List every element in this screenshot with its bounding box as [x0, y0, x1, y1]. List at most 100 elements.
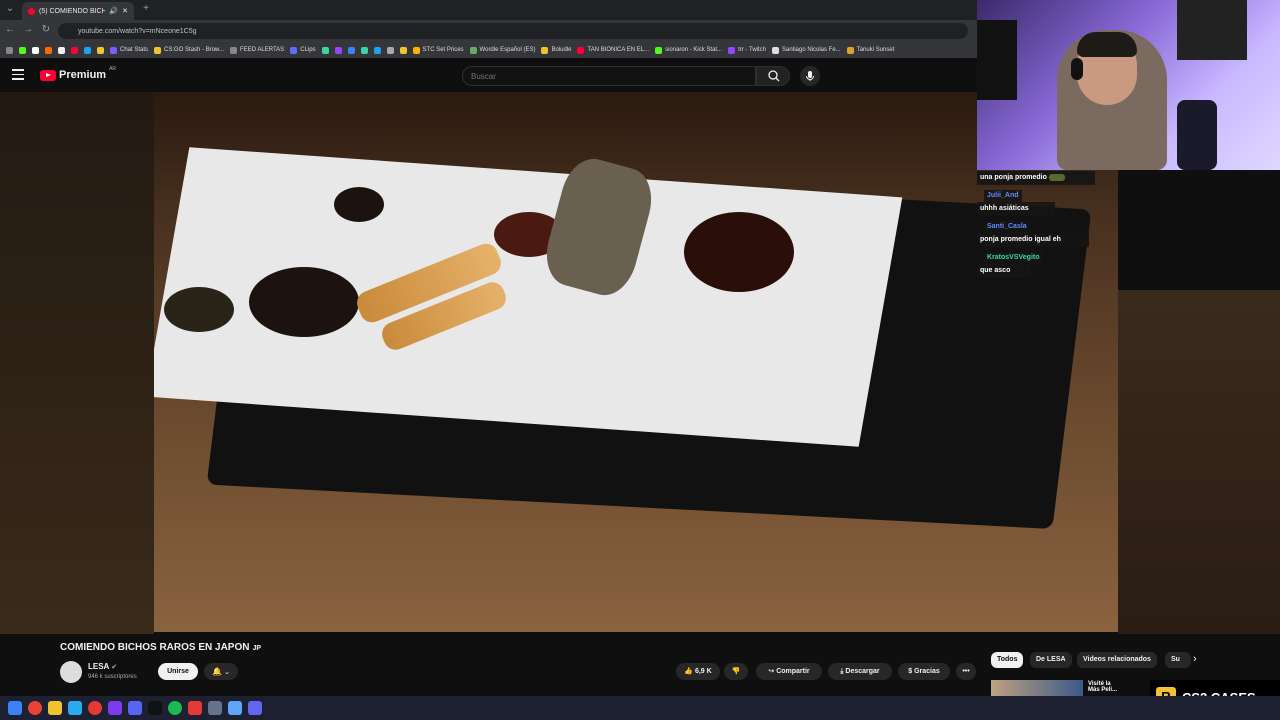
bookmark-icon[interactable]	[334, 46, 342, 54]
app-icon[interactable]	[108, 701, 122, 715]
kick-icon[interactable]	[19, 46, 26, 54]
bookmark-icon[interactable]	[386, 46, 394, 54]
tab-close-icon[interactable]: ✕	[122, 7, 128, 15]
windows-start-icon[interactable]	[8, 701, 22, 715]
chip-all[interactable]: Todos	[991, 652, 1024, 668]
chip-from-channel[interactable]: De LESA	[1030, 652, 1072, 668]
bell-icon: 🔔	[211, 667, 222, 676]
bookmark-icon[interactable]	[97, 46, 104, 54]
tab-audio-icon[interactable]: 🔊	[109, 7, 118, 15]
chat-message: uhhh asiáticas	[977, 202, 1055, 216]
back-icon[interactable]: ←	[4, 24, 16, 35]
bookmark-icon[interactable]	[84, 46, 91, 54]
webcam-streamer-hair	[1077, 32, 1137, 57]
url-text: youtube.com/watch?v=mNceone1C5g	[78, 27, 197, 35]
related-video-title[interactable]: Visité la Más Peli...	[1088, 681, 1117, 693]
thanks-icon: $	[908, 668, 913, 675]
bookmark-icon[interactable]	[321, 46, 329, 54]
share-button[interactable]: ↪ Compartir	[756, 663, 822, 680]
bookmark-icon[interactable]	[373, 46, 381, 54]
like-button[interactable]: 👍 6,9 K	[676, 663, 720, 680]
chip-more[interactable]: Su	[1165, 652, 1191, 668]
bookmark-icon[interactable]	[360, 46, 368, 54]
search-input[interactable]	[462, 66, 756, 86]
app-icon[interactable]	[228, 701, 242, 715]
bookmark-item[interactable]: Tanuki Sunset	[846, 46, 894, 54]
apps-icon[interactable]	[6, 46, 13, 54]
video-side-fill	[1118, 290, 1280, 634]
youtube-premium-logo[interactable]: Premium AR	[40, 66, 117, 81]
bookmark-icon[interactable]	[71, 46, 78, 54]
discord-icon[interactable]	[128, 701, 142, 715]
video-insect	[249, 267, 359, 337]
thumbs-up-icon: 👍	[684, 668, 694, 675]
bookmark-item[interactable]: trr - Twitch	[728, 46, 766, 54]
app-icon[interactable]	[188, 701, 202, 715]
bookmark-item[interactable]: TAN BIONICA EN EL...	[577, 46, 649, 54]
chevron-down-icon: ⌄	[224, 669, 231, 676]
chat-username: KratosVSVegito	[984, 252, 1043, 264]
thanks-button[interactable]: $ Gracias	[898, 663, 950, 680]
app-icon[interactable]	[88, 701, 102, 715]
menu-icon[interactable]	[12, 69, 24, 83]
browser-tab[interactable]: (5) COMIENDO BICHOS RA 🔊 ✕	[22, 2, 134, 20]
thumbs-down-icon: 👎	[731, 668, 741, 675]
channel-avatar[interactable]	[60, 661, 82, 683]
bookmark-item[interactable]: Boludle	[541, 46, 571, 54]
bookmark-item[interactable]: Santiago Nicolas Fe...	[771, 46, 841, 54]
video-info: COMIENDO BICHOS RAROS EN JAPON JP LESA ✔ …	[0, 634, 977, 696]
youtube-favicon-icon	[28, 7, 35, 15]
video-player[interactable]	[154, 92, 1118, 632]
telegram-icon[interactable]	[68, 701, 82, 715]
file-explorer-icon[interactable]	[48, 701, 62, 715]
dislike-button[interactable]: 👎	[724, 663, 748, 680]
notifications-button[interactable]: 🔔 ⌄	[204, 663, 238, 680]
chat-username: Santi_Casla	[984, 221, 1030, 233]
chrome-icon[interactable]	[28, 701, 42, 715]
bookmark-favicon-icon	[846, 46, 854, 54]
verified-icon: ✔	[111, 664, 118, 671]
bookmarks-bar: Chat Stats CS:GO Stash - Brow... FEED AL…	[0, 42, 977, 58]
bookmark-item[interactable]: CS:GO Stash - Brow...	[154, 46, 224, 54]
app-icon[interactable]	[248, 701, 262, 715]
bookmark-favicon-icon	[110, 46, 117, 54]
bookmark-favicon-icon	[412, 46, 420, 54]
download-button[interactable]: ⤓ Descargar	[828, 663, 892, 680]
bookmark-icon[interactable]	[399, 46, 407, 54]
bookmark-item[interactable]: Chat Stats	[110, 46, 148, 54]
bookmark-item[interactable]: STC Set Prices	[412, 46, 464, 54]
app-icon[interactable]	[148, 701, 162, 715]
spotify-icon[interactable]	[168, 701, 182, 715]
chat-username: Julii_And	[984, 190, 1022, 202]
more-actions-button[interactable]: •••	[956, 663, 976, 680]
app-icon[interactable]	[208, 701, 222, 715]
chip-related[interactable]: Videos relacionados	[1077, 652, 1157, 668]
chat-message: que asco	[977, 264, 1031, 278]
search-button[interactable]	[756, 66, 790, 86]
new-tab-icon[interactable]: +	[140, 3, 152, 14]
video-title-flag: JP	[252, 645, 262, 652]
video-side-fill	[0, 92, 154, 634]
bookmark-item[interactable]: CLips	[290, 46, 316, 54]
bookmark-item[interactable]: Wordle Español (ES)	[469, 46, 535, 54]
chat-emote-icon	[1048, 173, 1065, 181]
logo-text: Premium	[59, 69, 107, 81]
bookmark-icon[interactable]	[58, 46, 65, 54]
url-field[interactable]: youtube.com/watch?v=mNceone1C5g	[58, 23, 968, 39]
related-video-thumbnail[interactable]	[991, 680, 1083, 696]
reload-icon[interactable]: ↻	[40, 24, 52, 35]
logo-region: AR	[109, 66, 117, 72]
tab-list-icon[interactable]: ⌄	[4, 3, 16, 14]
bookmark-item[interactable]: sionaron - Kick Stat...	[655, 46, 722, 54]
chevron-right-icon[interactable]: ›	[1193, 653, 1197, 665]
bookmark-icon[interactable]	[32, 46, 39, 54]
forward-icon[interactable]: →	[22, 24, 34, 35]
voice-search-button[interactable]	[800, 66, 820, 86]
bookmark-icon[interactable]	[347, 46, 355, 54]
bookmark-favicon-icon	[154, 46, 162, 54]
channel-name[interactable]: LESA ✔	[88, 662, 117, 671]
join-button[interactable]: Unirse	[158, 663, 198, 680]
bookmark-icon[interactable]	[45, 46, 52, 54]
bookmark-item[interactable]: FEED ALERTAS	[230, 46, 284, 54]
microphone-icon	[806, 71, 814, 81]
